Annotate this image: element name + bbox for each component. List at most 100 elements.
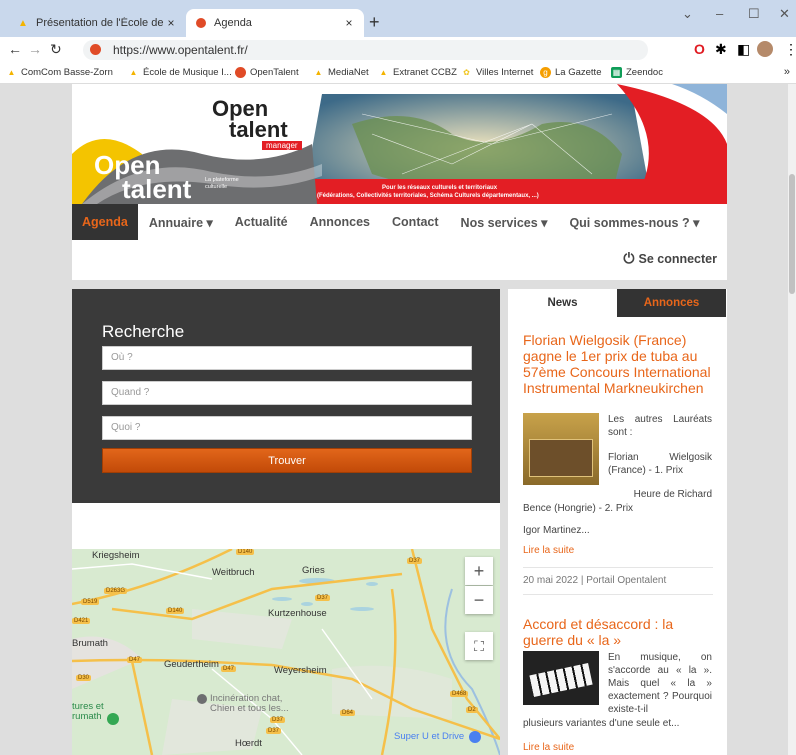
maximize-button[interactable]: ☐ — [748, 6, 760, 22]
close-icon[interactable]: × — [164, 16, 178, 30]
menu-contact[interactable]: Contact — [381, 204, 450, 240]
menu-dots-icon[interactable]: ⋮ — [784, 41, 796, 58]
menu-annuaire[interactable]: Annuaire ▾ — [138, 204, 224, 240]
read-more-link[interactable]: Lire la suite — [523, 545, 574, 556]
close-window-button[interactable]: ✕ — [779, 6, 790, 22]
site-favicon-icon — [90, 44, 101, 55]
sidebar-icon[interactable]: ◧ — [737, 41, 750, 58]
article-thumbnail[interactable] — [523, 413, 599, 485]
sheet-icon: ▦ — [611, 67, 622, 78]
site-header: Open talent manager Open talent La plate… — [72, 84, 727, 280]
logo-main-talent: talent — [122, 174, 192, 204]
what-input[interactable]: Quoi ? — [102, 416, 472, 440]
road-badge: D47 — [127, 657, 143, 663]
search-title: Recherche — [102, 322, 185, 341]
menu-nos-services[interactable]: Nos services ▾ — [450, 204, 559, 240]
scrollbar-thumb[interactable] — [789, 174, 795, 294]
power-icon: ⏻ — [623, 250, 635, 266]
bookmarks-more-icon[interactable]: » — [784, 66, 790, 78]
close-icon[interactable]: × — [342, 16, 356, 30]
gazette-icon: g — [540, 67, 551, 78]
article-title[interactable]: Florian Wielgosik (France) gagne le 1er … — [523, 332, 718, 396]
map-label: Kriegsheim — [92, 550, 140, 561]
news-panel: News Annonces Florian Wielgosik (France)… — [508, 289, 727, 755]
zoom-in-button[interactable]: + — [465, 557, 493, 585]
reload-icon[interactable]: ↻ — [50, 41, 62, 58]
article-thumbnail-inner — [529, 439, 593, 477]
map-label: Hœrdt — [235, 738, 262, 749]
drive-icon: ▲ — [18, 17, 28, 29]
extensions-icon[interactable]: ✱ — [715, 41, 727, 58]
article-thumbnail[interactable] — [523, 651, 599, 705]
drive-icon: ▲ — [129, 68, 138, 77]
menu-annonces[interactable]: Annonces — [299, 204, 381, 240]
map-label: Chien et tous les... — [210, 703, 289, 714]
road-badge: D30 — [76, 675, 92, 681]
article-text: En musique, on s'accorde au « la ». Mais… — [608, 652, 712, 715]
piano-keys — [529, 663, 593, 697]
map-label: Kurtzenhouse — [268, 608, 327, 619]
map-base — [72, 549, 500, 755]
search-button[interactable]: Trouver — [102, 448, 472, 473]
article-title[interactable]: Accord et désaccord : la guerre du « la … — [523, 616, 713, 648]
forward-arrow-icon[interactable]: → — [28, 41, 42, 57]
drive-icon: ▲ — [379, 68, 388, 77]
browser-tab-ecole[interactable]: ▲ Présentation de l'École de Musiq × — [8, 9, 186, 37]
road-badge: D2 — [466, 707, 478, 713]
road-badge: D421 — [72, 618, 91, 624]
new-tab-button[interactable]: + — [369, 12, 380, 33]
fullscreen-button[interactable]: ⛶ — [465, 632, 493, 660]
browser-tab-agenda[interactable]: Agenda × — [186, 9, 364, 37]
tab-label: Présentation de l'École de Musiq — [36, 17, 164, 29]
map-label: Brumath — [72, 638, 108, 649]
bookmark-villes-internet[interactable]: ✿ Villes Internet — [461, 67, 533, 78]
villes-internet-icon: ✿ — [463, 68, 470, 77]
road-badge: D140 — [166, 608, 185, 614]
logo-main-tag: La plateforme culturelle — [205, 177, 239, 190]
tab-search-icon[interactable]: ⌄ — [682, 6, 693, 22]
page-scrollbar[interactable] — [788, 84, 796, 755]
road-badge: D47 — [221, 666, 237, 672]
divider — [523, 594, 713, 595]
map-label: Weitbruch — [212, 567, 255, 578]
bookmark-opentalent[interactable]: OpenTalent — [235, 67, 299, 78]
back-arrow-icon[interactable]: ← — [8, 41, 22, 57]
login-link[interactable]: ⏻ Se connecter — [623, 250, 717, 267]
url-field[interactable]: https://www.opentalent.fr/ — [83, 40, 648, 60]
tab-annonces[interactable]: Annonces — [617, 289, 726, 317]
map[interactable]: Kriegsheim Weitbruch Gries Kurtzenhouse … — [72, 549, 500, 755]
read-more-link[interactable]: Lire la suite — [523, 742, 574, 753]
logo-manager-tag: manager — [262, 141, 302, 150]
address-bar-row: ← → ↻ https://www.opentalent.fr/ O ✱ ◧ ⋮ — [0, 37, 796, 62]
minimize-button[interactable]: – — [716, 6, 723, 21]
bookmark-la-gazette[interactable]: g La Gazette — [540, 67, 601, 78]
tab-news[interactable]: News — [508, 289, 617, 317]
page-viewport: Open talent manager Open talent La plate… — [0, 84, 796, 755]
opera-icon[interactable]: O — [694, 41, 705, 57]
article-text: plusieurs variantes d'une seule et... — [523, 718, 680, 729]
main-menu: Agenda Annuaire ▾ Actualité Annonces Con… — [72, 204, 727, 240]
bookmark-ecole[interactable]: ▲ École de Musique I... — [128, 67, 232, 78]
menu-actualite[interactable]: Actualité — [224, 204, 299, 240]
menu-qui-sommes-nous[interactable]: Qui sommes-nous ? ▾ — [558, 204, 710, 240]
search-panel: Recherche Où ? Quand ? Quoi ? Trouver — [72, 289, 500, 503]
profile-avatar[interactable] — [757, 41, 773, 57]
logo-manager-talent: talent — [229, 117, 288, 142]
news-tabs: News Annonces — [508, 289, 727, 317]
article-text: Igor Martinez... — [523, 525, 590, 536]
road-badge: D519 — [81, 599, 100, 605]
bookmarks-bar: ▲ ComCom Basse-Zorn ▲ École de Musique I..… — [0, 62, 796, 84]
where-input[interactable]: Où ? — [102, 346, 472, 370]
when-input[interactable]: Quand ? — [102, 381, 472, 405]
opentalent-favicon-icon — [194, 16, 208, 30]
bookmark-zeendoc[interactable]: ▦ Zeendoc — [611, 67, 663, 78]
article-text: Heure de Richard — [633, 489, 712, 500]
menu-agenda[interactable]: Agenda — [72, 204, 138, 240]
zoom-out-button[interactable]: − — [465, 586, 493, 614]
article-text: Florian Wielgosik (France) - 1. Prix — [608, 452, 712, 476]
map-label: Weyersheim — [274, 665, 327, 676]
bookmark-medianet[interactable]: ▲ MediaNet — [313, 67, 369, 78]
bookmark-extranet[interactable]: ▲ Extranet CCBZ — [378, 67, 457, 78]
bookmark-comcom[interactable]: ▲ ComCom Basse-Zorn — [6, 67, 113, 78]
road-badge: D140 — [236, 549, 255, 555]
